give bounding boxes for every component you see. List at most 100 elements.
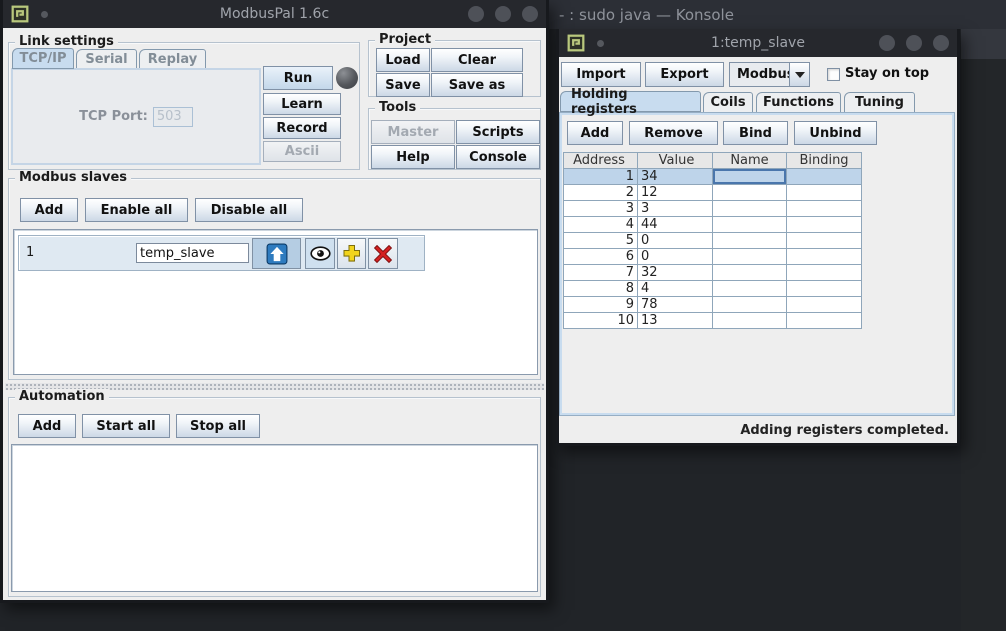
table-row[interactable]: 444 bbox=[564, 217, 862, 233]
table-cell[interactable] bbox=[713, 313, 787, 329]
run-button[interactable]: Run bbox=[263, 66, 333, 90]
table-row[interactable]: 212 bbox=[564, 185, 862, 201]
tab-holding-registers[interactable]: Holding registers bbox=[560, 91, 701, 112]
record-button[interactable]: Record bbox=[263, 117, 341, 139]
register-unbind-button[interactable]: Unbind bbox=[794, 121, 877, 145]
table-cell[interactable]: 0 bbox=[638, 233, 713, 249]
clear-button[interactable]: Clear bbox=[431, 48, 523, 72]
tab-functions[interactable]: Functions bbox=[756, 92, 841, 113]
column-header[interactable]: Name bbox=[713, 153, 787, 169]
table-row[interactable]: 732 bbox=[564, 265, 862, 281]
tab-tuning[interactable]: Tuning bbox=[844, 92, 915, 113]
table-cell[interactable]: 32 bbox=[638, 265, 713, 281]
mode-combobox[interactable]: Modbus bbox=[729, 62, 810, 87]
close-button[interactable] bbox=[933, 35, 949, 51]
console-button[interactable]: Console bbox=[456, 145, 540, 169]
table-cell[interactable] bbox=[787, 201, 862, 217]
save-as-button[interactable]: Save as bbox=[431, 73, 523, 97]
register-bind-button[interactable]: Bind bbox=[723, 121, 788, 145]
table-cell[interactable] bbox=[787, 233, 862, 249]
tab-serial[interactable]: Serial bbox=[76, 49, 137, 70]
table-row[interactable]: 1013 bbox=[564, 313, 862, 329]
table-cell[interactable] bbox=[787, 185, 862, 201]
table-row[interactable]: 84 bbox=[564, 281, 862, 297]
table-cell[interactable] bbox=[713, 281, 787, 297]
help-button[interactable]: Help bbox=[371, 145, 455, 169]
table-cell[interactable]: 6 bbox=[564, 249, 638, 265]
table-cell[interactable] bbox=[787, 169, 862, 185]
minimize-button[interactable] bbox=[468, 6, 484, 22]
start-all-button[interactable]: Start all bbox=[82, 414, 170, 438]
table-cell[interactable] bbox=[787, 313, 862, 329]
table-cell[interactable] bbox=[713, 185, 787, 201]
maximize-button[interactable] bbox=[495, 6, 511, 22]
import-button[interactable]: Import bbox=[561, 62, 641, 87]
table-cell[interactable] bbox=[713, 201, 787, 217]
export-button[interactable]: Export bbox=[645, 62, 724, 87]
table-row[interactable]: 50 bbox=[564, 233, 862, 249]
modbuspal-titlebar[interactable]: ModbusPal 1.6c bbox=[3, 0, 546, 28]
table-cell[interactable]: 44 bbox=[638, 217, 713, 233]
table-cell[interactable]: 8 bbox=[564, 281, 638, 297]
table-cell[interactable]: 4 bbox=[638, 281, 713, 297]
table-row[interactable]: 60 bbox=[564, 249, 862, 265]
table-cell[interactable]: 13 bbox=[638, 313, 713, 329]
table-cell[interactable]: 4 bbox=[564, 217, 638, 233]
slave-row[interactable]: 1 bbox=[18, 235, 425, 271]
table-cell[interactable]: 5 bbox=[564, 233, 638, 249]
table-row[interactable]: 978 bbox=[564, 297, 862, 313]
table-cell[interactable] bbox=[787, 297, 862, 313]
column-header[interactable]: Binding bbox=[787, 153, 862, 169]
column-header[interactable]: Value bbox=[638, 153, 713, 169]
slave-delete-button[interactable] bbox=[368, 238, 398, 269]
table-cell[interactable]: 3 bbox=[564, 201, 638, 217]
table-cell[interactable]: 1 bbox=[564, 169, 638, 185]
disable-all-button[interactable]: Disable all bbox=[195, 198, 303, 222]
tcp-port-field[interactable] bbox=[153, 107, 193, 127]
column-header[interactable]: Address bbox=[564, 153, 638, 169]
table-cell[interactable] bbox=[713, 233, 787, 249]
table-cell[interactable] bbox=[713, 249, 787, 265]
stay-on-top-checkbox[interactable] bbox=[827, 68, 840, 81]
maximize-button[interactable] bbox=[906, 35, 922, 51]
table-cell[interactable] bbox=[713, 297, 787, 313]
table-cell[interactable]: 12 bbox=[638, 185, 713, 201]
enable-all-button[interactable]: Enable all bbox=[85, 198, 188, 222]
table-cell[interactable]: 78 bbox=[638, 297, 713, 313]
minimize-button[interactable] bbox=[879, 35, 895, 51]
table-cell[interactable]: 34 bbox=[638, 169, 713, 185]
save-button[interactable]: Save bbox=[376, 73, 430, 97]
register-remove-button[interactable]: Remove bbox=[629, 121, 718, 145]
tab-coils[interactable]: Coils bbox=[703, 92, 753, 113]
table-cell[interactable] bbox=[713, 265, 787, 281]
learn-button[interactable]: Learn bbox=[263, 93, 341, 115]
table-cell[interactable]: 7 bbox=[564, 265, 638, 281]
table-row[interactable]: 134 bbox=[564, 169, 862, 185]
slave-duplicate-button[interactable] bbox=[337, 238, 366, 269]
table-cell[interactable] bbox=[787, 249, 862, 265]
slave-show-panel-button[interactable] bbox=[305, 238, 335, 269]
combobox-dropdown-button[interactable] bbox=[789, 63, 809, 86]
slaves-add-button[interactable]: Add bbox=[20, 198, 78, 222]
automation-add-button[interactable]: Add bbox=[18, 414, 76, 438]
table-cell[interactable] bbox=[787, 217, 862, 233]
table-row[interactable]: 33 bbox=[564, 201, 862, 217]
slave-name-input[interactable] bbox=[136, 243, 249, 263]
table-cell[interactable] bbox=[787, 281, 862, 297]
ascii-button[interactable]: Ascii bbox=[263, 141, 341, 162]
master-button[interactable]: Master bbox=[371, 120, 455, 144]
table-cell[interactable] bbox=[787, 265, 862, 281]
table-cell[interactable]: 2 bbox=[564, 185, 638, 201]
close-button[interactable] bbox=[522, 6, 538, 22]
table-cell[interactable]: 3 bbox=[638, 201, 713, 217]
table-cell[interactable]: 9 bbox=[564, 297, 638, 313]
table-cell[interactable] bbox=[713, 169, 787, 185]
table-cell[interactable] bbox=[713, 217, 787, 233]
tab-tcpip[interactable]: TCP/IP bbox=[12, 48, 74, 69]
table-cell[interactable]: 0 bbox=[638, 249, 713, 265]
register-add-button[interactable]: Add bbox=[567, 121, 623, 145]
tab-replay[interactable]: Replay bbox=[139, 49, 206, 70]
load-button[interactable]: Load bbox=[376, 48, 430, 72]
scripts-button[interactable]: Scripts bbox=[456, 120, 540, 144]
slave-enabled-toggle[interactable] bbox=[252, 238, 301, 269]
